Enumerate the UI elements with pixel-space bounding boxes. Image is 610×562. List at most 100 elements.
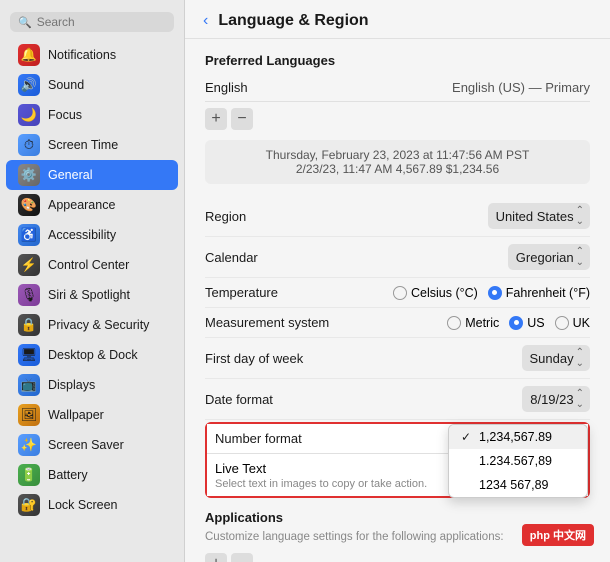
firstday-value: Sunday (530, 351, 574, 366)
firstday-chevron-icon: ⌃⌄ (576, 347, 584, 369)
apps-add-button[interactable]: + (205, 553, 227, 562)
sidebar-item-general[interactable]: ⚙️General (6, 160, 178, 190)
sidebar-label-desktop: Desktop & Dock (48, 348, 138, 362)
apps-remove-button[interactable]: − (231, 553, 253, 562)
sidebar-label-notifications: Notifications (48, 48, 116, 62)
firstday-label: First day of week (205, 351, 303, 366)
measurement-row: Measurement system Metric US UK (205, 308, 590, 338)
celsius-radio[interactable] (393, 286, 407, 300)
accessibility-icon: ♿ (18, 224, 40, 246)
firstday-row: First day of week Sunday ⌃⌄ (205, 338, 590, 379)
number-option-2-label: 1.234.567,89 (479, 454, 552, 468)
checkmark-icon: ✓ (461, 430, 473, 444)
sidebar-label-appearance: Appearance (48, 198, 115, 212)
date-preview: Thursday, February 23, 2023 at 11:47:56 … (205, 140, 590, 184)
uk-option[interactable]: UK (555, 316, 590, 330)
dateformat-row: Date format 8/19/23 ⌃⌄ (205, 379, 590, 420)
calendar-select[interactable]: Gregorian ⌃⌄ (508, 244, 590, 270)
firstday-select[interactable]: Sunday ⌃⌄ (522, 345, 590, 371)
screentime-icon: ⏱ (18, 134, 40, 156)
sidebar-label-sound: Sound (48, 78, 84, 92)
sidebar-item-accessibility[interactable]: ♿Accessibility (6, 220, 178, 250)
sidebar-label-siri: Siri & Spotlight (48, 288, 130, 302)
sidebar-label-privacy: Privacy & Security (48, 318, 149, 332)
sidebar-item-battery[interactable]: 🔋Battery (6, 460, 178, 490)
language-value: English (US) — Primary (452, 80, 590, 95)
sidebar-item-screentime[interactable]: ⏱Screen Time (6, 130, 178, 160)
celsius-option[interactable]: Celsius (°C) (393, 286, 478, 300)
wallpaper-icon: 🖼 (18, 404, 40, 426)
sidebar-item-displays[interactable]: 📺 Displays (6, 370, 178, 400)
appearance-icon: 🎨 (18, 194, 40, 216)
dateformat-value: 8/19/23 (530, 392, 573, 407)
displays-icon: 📺 (18, 374, 40, 396)
region-select[interactable]: United States ⌃⌄ (488, 203, 590, 229)
metric-radio[interactable] (447, 316, 461, 330)
metric-option[interactable]: Metric (447, 316, 499, 330)
language-row: English English (US) — Primary (205, 74, 590, 102)
sidebar-item-notifications[interactable]: 🔔 Notifications (6, 40, 178, 70)
number-option-2[interactable]: 1.234.567,89 (449, 449, 587, 473)
search-icon: 🔍 (18, 16, 32, 29)
calendar-row: Calendar Gregorian ⌃⌄ (205, 237, 590, 278)
number-option-3-label: 1234 567,89 (479, 478, 549, 492)
sidebar-item-siri[interactable]: 🎙 Siri & Spotlight (6, 280, 178, 310)
metric-label: Metric (465, 316, 499, 330)
siri-icon: 🎙 (18, 284, 40, 306)
sidebar-item-screensaver[interactable]: ✨Screen Saver (6, 430, 178, 460)
number-format-section: Number format ✓ 1,234,567.89 1.234.567,8… (205, 422, 590, 498)
lang-remove-button[interactable]: − (231, 108, 253, 130)
search-bar[interactable]: 🔍 (10, 12, 174, 32)
fahrenheit-option[interactable]: Fahrenheit (°F) (488, 286, 590, 300)
uk-radio[interactable] (555, 316, 569, 330)
dateformat-chevron-icon: ⌃⌄ (576, 388, 584, 410)
sidebar-item-controlcenter[interactable]: ⚡Control Center (6, 250, 178, 280)
calendar-label: Calendar (205, 250, 258, 265)
apps-plus-minus: + − (205, 553, 590, 562)
number-option-1[interactable]: ✓ 1,234,567.89 (449, 425, 587, 449)
us-radio[interactable] (509, 316, 523, 330)
sidebar-item-desktop[interactable]: 🖥Desktop & Dock (6, 340, 178, 370)
number-option-3[interactable]: 1234 567,89 (449, 473, 587, 497)
notifications-icon: 🔔 (18, 44, 40, 66)
sidebar-item-wallpaper[interactable]: 🖼 Wallpaper (6, 400, 178, 430)
temperature-row: Temperature Celsius (°C) Fahrenheit (°F) (205, 278, 590, 308)
fahrenheit-radio[interactable] (488, 286, 502, 300)
topbar: ‹ Language & Region (185, 0, 610, 39)
back-button[interactable]: ‹ (201, 12, 210, 30)
sidebar-item-appearance[interactable]: 🎨 Appearance (6, 190, 178, 220)
sidebar-label-focus: Focus (48, 108, 82, 122)
language-label: English (205, 80, 248, 95)
number-format-label: Number format (215, 431, 302, 446)
live-text-label: Live Text (215, 461, 266, 476)
sidebar-item-sound[interactable]: 🔊Sound (6, 70, 178, 100)
temperature-label: Temperature (205, 285, 278, 300)
sidebar-item-focus[interactable]: 🌙Focus (6, 100, 178, 130)
us-label: US (527, 316, 544, 330)
date-preview-line1: Thursday, February 23, 2023 at 11:47:56 … (217, 148, 578, 162)
region-value: United States (496, 209, 574, 224)
lockscreen-icon: 🔐 (18, 494, 40, 516)
sidebar-label-displays: Displays (48, 378, 95, 392)
us-option[interactable]: US (509, 316, 544, 330)
sidebar-item-lockscreen[interactable]: 🔐Lock Screen (6, 490, 178, 520)
dateformat-select[interactable]: 8/19/23 ⌃⌄ (522, 386, 590, 412)
celsius-label: Celsius (°C) (411, 286, 478, 300)
uk-label: UK (573, 316, 590, 330)
sidebar-item-privacy[interactable]: 🔒Privacy & Security (6, 310, 178, 340)
measurement-radio-group: Metric US UK (447, 316, 590, 330)
lang-add-button[interactable]: + (205, 108, 227, 130)
sidebar-label-battery: Battery (48, 468, 88, 482)
sidebar-label-wallpaper: Wallpaper (48, 408, 104, 422)
sidebar-label-general: General (48, 168, 92, 182)
sidebar: 🔍 🔔 Notifications 🔊Sound🌙Focus⏱Screen Time… (0, 0, 185, 562)
number-format-dropdown[interactable]: ✓ 1,234,567.89 1.234.567,89 1234 567,89 (448, 424, 588, 498)
controlcenter-icon: ⚡ (18, 254, 40, 276)
search-input[interactable] (37, 15, 166, 29)
fahrenheit-label: Fahrenheit (°F) (506, 286, 590, 300)
calendar-chevron-icon: ⌃⌄ (576, 246, 584, 268)
preferred-languages-title: Preferred Languages (205, 53, 590, 68)
sidebar-label-screensaver: Screen Saver (48, 438, 124, 452)
region-chevron-icon: ⌃⌄ (576, 205, 584, 227)
number-option-1-label: 1,234,567.89 (479, 430, 552, 444)
